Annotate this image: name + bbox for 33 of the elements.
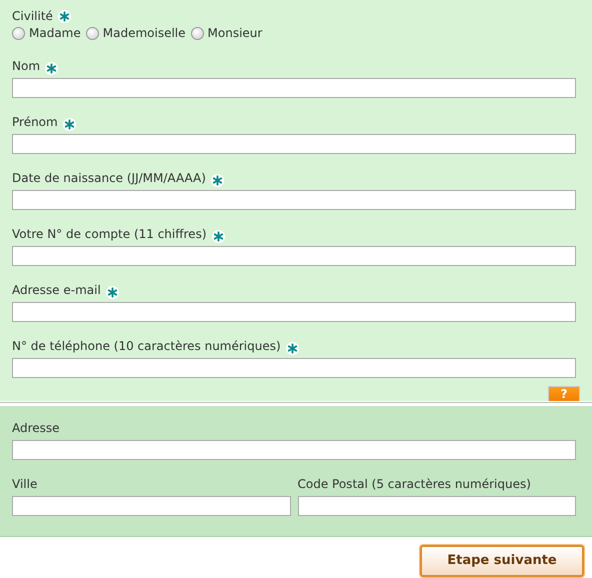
field-label: N° de téléphone (10 caractères numériques): [12, 338, 281, 354]
text-field[interactable]: [298, 496, 576, 516]
field-label: Adresse: [12, 420, 60, 436]
required-icon: [45, 62, 58, 74]
field-label: Ville: [12, 476, 38, 492]
field-label: Votre N° de compte (11 chiffres): [12, 226, 207, 242]
text-field[interactable]: [12, 302, 576, 322]
field-label: Nom: [12, 58, 40, 74]
field-label: Civilité: [12, 8, 53, 24]
text-field[interactable]: [12, 358, 576, 378]
radio-button[interactable]: [86, 26, 99, 40]
next-step-button[interactable]: Etape suivante: [420, 545, 584, 576]
required-icon: [58, 10, 71, 22]
text-field[interactable]: [12, 78, 576, 98]
text-field[interactable]: [12, 190, 576, 210]
text-field[interactable]: [12, 246, 576, 266]
text-field[interactable]: [12, 134, 576, 154]
radio-label: Madame: [29, 25, 81, 42]
required-icon: [106, 286, 119, 298]
text-field[interactable]: [12, 496, 290, 516]
radio-button[interactable]: [190, 26, 204, 40]
required-icon: [286, 342, 299, 354]
field-label: Code Postal (5 caractères numériques): [298, 476, 531, 492]
required-icon: [210, 174, 224, 186]
text-field[interactable]: [12, 440, 576, 460]
field-label: Date de naissance (JJ/MM/AAAA): [12, 170, 206, 186]
radio-button[interactable]: [12, 26, 25, 40]
field-label: Adresse e-mail: [12, 282, 101, 298]
field-label: Prénom: [12, 114, 58, 130]
radio-label: Mademoiselle: [102, 25, 186, 42]
radio-label: Monsieur: [208, 25, 262, 42]
required-icon: [212, 230, 225, 242]
required-icon: [62, 118, 76, 130]
